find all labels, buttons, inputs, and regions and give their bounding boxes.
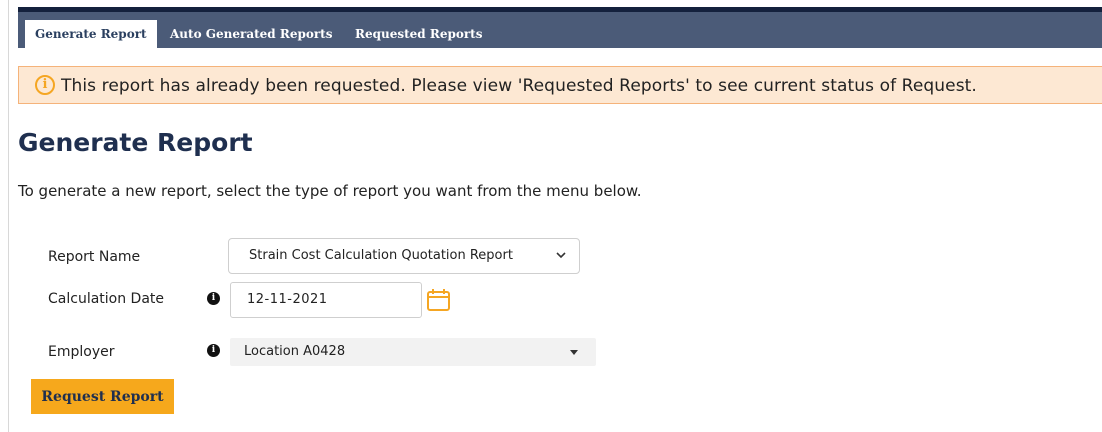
employer-label: Employer (48, 344, 115, 360)
chevron-down-icon (555, 249, 567, 264)
request-report-button[interactable]: Request Report (31, 379, 174, 414)
report-name-label: Report Name (48, 249, 141, 265)
duplicate-request-alert: i This report has already been requested… (18, 66, 1102, 104)
calculation-date-value: 12-11-2021 (247, 292, 328, 307)
calendar-icon[interactable] (426, 288, 452, 312)
caret-down-icon (570, 350, 578, 355)
info-circle-icon: i (35, 75, 55, 95)
calculation-date-info-icon[interactable]: i (207, 292, 220, 305)
left-border (0, 0, 9, 432)
tab-generate-report[interactable]: Generate Report (25, 20, 157, 50)
employer-select[interactable]: Location A0428 (230, 338, 596, 366)
alert-message: This report has already been requested. … (61, 76, 977, 96)
calculation-date-input[interactable]: 12-11-2021 (230, 282, 422, 318)
page-title: Generate Report (18, 128, 253, 157)
employer-info-icon[interactable]: i (207, 344, 220, 357)
employer-value: Location A0428 (244, 344, 346, 359)
tab-bar: Generate Report Auto Generated Reports R… (18, 7, 1102, 50)
calculation-date-label: Calculation Date (48, 291, 165, 307)
tab-requested-reports[interactable]: Requested Reports (355, 20, 482, 48)
intro-text: To generate a new report, select the typ… (18, 182, 642, 200)
tab-auto-generated-reports[interactable]: Auto Generated Reports (170, 20, 332, 48)
report-name-value: Strain Cost Calculation Quotation Report (249, 248, 513, 263)
report-name-select[interactable]: Strain Cost Calculation Quotation Report (228, 238, 580, 274)
